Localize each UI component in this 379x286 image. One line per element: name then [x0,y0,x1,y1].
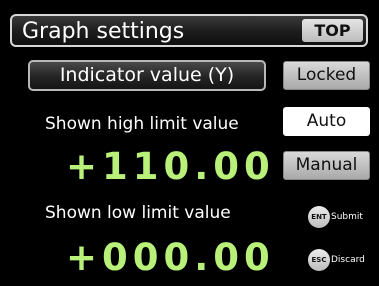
submit-hint[interactable]: ENT Submit [308,206,363,228]
manual-button[interactable]: Manual [283,151,370,180]
auto-button[interactable]: Auto [283,107,370,136]
locked-button[interactable]: Locked [283,61,370,90]
indicator-select[interactable]: Indicator value (Y) [28,60,266,91]
low-limit-label: Shown low limit value [45,203,231,223]
top-button[interactable]: TOP [302,19,363,42]
page-title: Graph settings [22,19,185,44]
graph-settings-screen: Graph settings TOP Indicator value (Y) L… [0,0,379,286]
discard-hint[interactable]: ESC Discard [308,249,365,271]
high-limit-label: Shown high limit value [45,114,239,134]
ent-key-icon: ENT [308,206,330,228]
esc-key-icon: ESC [308,249,330,271]
high-limit-value[interactable]: +110.00 [66,145,275,189]
submit-label: Submit [331,212,363,222]
header-bar: Graph settings TOP [10,14,368,47]
low-limit-value[interactable]: +000.00 [66,236,275,280]
discard-label: Discard [331,255,365,265]
